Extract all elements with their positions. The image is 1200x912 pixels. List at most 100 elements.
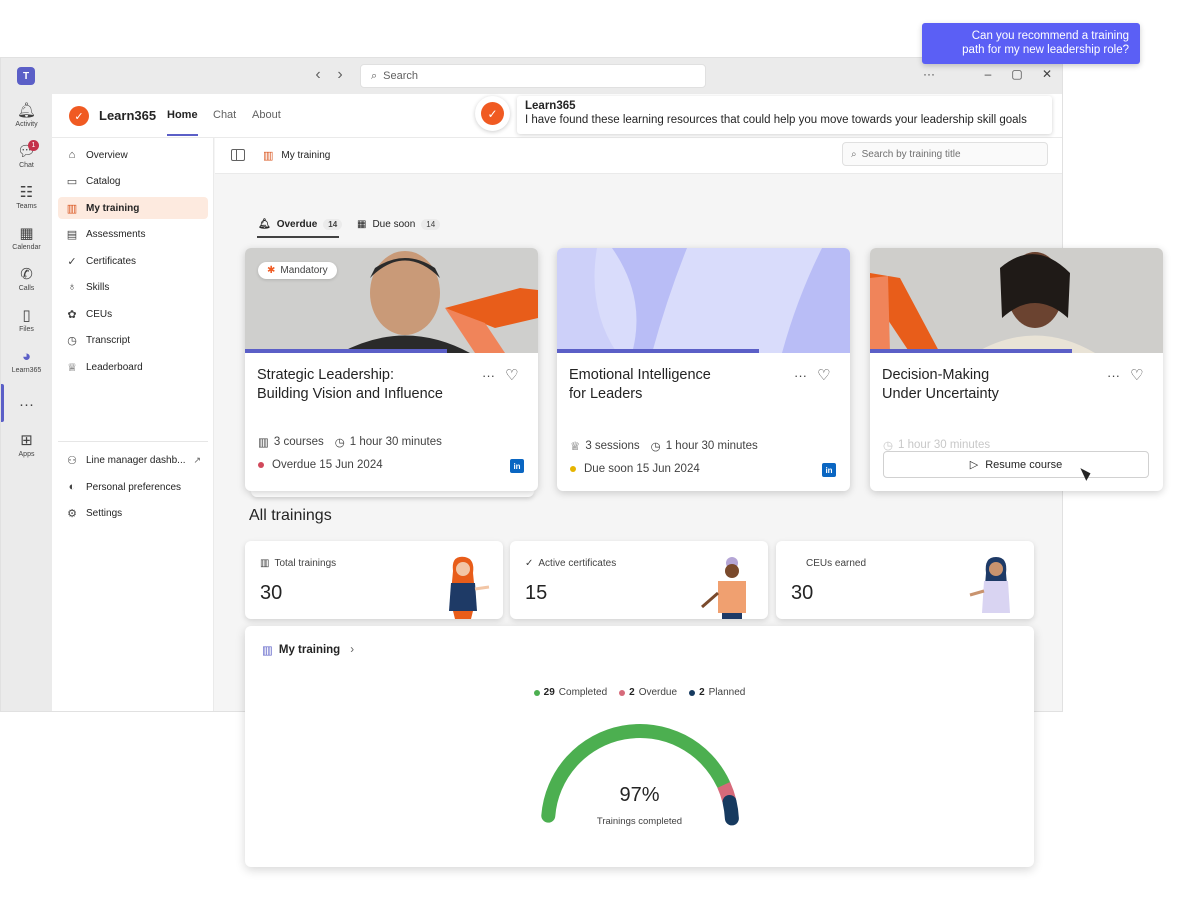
play-icon: ▷ [969,459,979,471]
folder-icon: ▭ [66,175,78,188]
course-progress-bar [245,349,448,353]
clock-icon: ◷ [883,440,894,452]
favorite-heart-icon[interactable]: ♡ [1130,366,1143,384]
course-title-line: Strategic Leadership: [257,367,395,383]
tag-label: Mandatory [280,265,328,276]
sidebar-item-certificates[interactable]: ✓ Certificates [58,250,208,272]
legend-item-overdue: 2 Overdue [619,687,677,698]
legend-count: 2 [629,687,635,698]
global-search-input[interactable]: ⌕ Search [360,64,706,88]
sidebar-toggle-icon[interactable] [231,149,245,161]
sidebar-item-line-manager[interactable]: ⚇ Line manager dashb... ↗ [58,449,208,471]
sidebar-item-ceus[interactable]: ✿ CEUs [58,303,208,325]
search-icon: ⌕ [851,148,857,160]
teams-app-rail: 🔔︎ Activity 💬︎ 1 Chat ☷ Teams ▦ Calendar… [1,94,52,711]
completion-percent: 97% [619,784,660,806]
breadcrumb-label: My training [281,150,331,161]
chat-icon: 💬︎ [16,143,37,160]
prompt-line: Can you recommend a training [971,30,1129,42]
training-search-input[interactable]: ⌕ Search by training title [842,142,1048,166]
rail-item-teams[interactable]: ☷ Teams [1,184,52,210]
sidebar-item-transcript[interactable]: ◷ Transcript [58,329,208,351]
sidebar-item-label: Assessments [86,228,146,240]
resume-course-button[interactable]: ▷ Resume course [883,451,1149,478]
rail-item-calls[interactable]: ✆ Calls [1,266,52,292]
file-icon: ▯ [22,307,31,324]
minimize-button[interactable]: – [980,67,996,81]
tab-overdue[interactable]: 🔔︎ Overdue 14 [258,216,343,232]
course-title: Strategic Leadership: Building Vision and… [257,366,477,404]
sidebar-item-leaderboard[interactable]: ♕ Leaderboard [58,356,208,378]
course-card[interactable]: ✱ Mandatory Strategic Leadership: Building… [245,248,538,491]
training-search-placeholder: Search by training title [861,148,961,160]
sidebar-item-label: Settings [86,507,123,519]
rail-label: Activity [15,121,38,128]
session-count: 3 sessions [585,440,640,452]
sidebar-item-my-training[interactable]: ▥ My training [58,197,208,219]
course-title: Emotional Intelligence for Leaders [569,366,789,404]
summary-header-link[interactable]: ▥ My training › [262,643,354,657]
course-card[interactable]: Decision-Making Under Uncertainty ··· ♡ ◷… [870,248,1163,491]
sidebar-item-skills[interactable]: ♁ Skills [58,276,208,298]
search-icon: ⌕ [371,69,378,82]
more-options-icon[interactable]: ··· [794,368,807,383]
rail-item-apps[interactable]: ⊞ Apps [1,432,52,458]
sidebar-item-personal-preferences[interactable]: ◐ Personal preferences [58,476,208,498]
tab-about[interactable]: About [252,109,281,121]
rail-label: Calls [18,285,35,292]
legend-dot-icon [689,689,696,696]
book-icon: ▥ [262,645,273,657]
course-title-line: Decision-Making [882,367,990,383]
rail-item-calendar[interactable]: ▦ Calendar [1,225,52,251]
rail-item-more[interactable]: ··· [1,396,52,414]
sidebar-item-catalog[interactable]: ▭ Catalog [58,170,208,192]
stat-card-ceus-earned: CEUs earned 30 [776,541,1034,619]
ceu-icon: ✿ [67,308,77,321]
rail-item-learn365[interactable]: ◕ Learn365 [1,348,52,374]
course-count: 3 courses [273,436,324,448]
rail-item-chat[interactable]: 💬︎ 1 Chat [1,140,52,169]
learn365-logo-icon: ✓ [481,102,504,125]
sidebar-item-assessments[interactable]: ▤ Assessments [58,223,208,245]
course-card[interactable]: Emotional Intelligence for Leaders ··· ♡ … [557,248,850,491]
rail-item-activity[interactable]: 🔔︎ Activity [1,102,52,128]
legend-item-completed: 29 Completed [533,687,607,698]
status-text: Due soon 15 Jun 2024 [584,463,700,475]
more-options-icon[interactable]: ··· [1107,368,1120,383]
more-options-icon[interactable]: ··· [921,67,937,81]
learn365-logo-icon: ✓ [69,106,89,126]
back-arrow-icon[interactable]: ‹ [310,66,326,84]
sidebar-item-label: Leaderboard [86,361,143,373]
teams-icon: ☷ [19,184,34,201]
rail-item-files[interactable]: ▯ Files [1,307,52,333]
bell-icon: 🔔︎ [258,218,271,230]
forward-arrow-icon[interactable]: › [332,66,348,84]
close-button[interactable]: ✕ [1039,67,1055,81]
status-text: Overdue 15 Jun 2024 [272,459,383,471]
clock-icon: ◷ [334,437,345,449]
favorite-heart-icon[interactable]: ♡ [817,366,830,384]
content-toolbar: ▥ My training ⌕ Search by training title [215,138,1062,174]
status-dot-icon [258,462,264,468]
course-duration: 1 hour 30 minutes [665,440,758,452]
tab-home[interactable]: Home [167,109,198,136]
stat-label: CEUs earned [806,558,867,569]
sidebar-item-overview[interactable]: ⌂ Overview [58,144,208,166]
summary-title: My training [278,644,341,656]
sidebar-item-settings[interactable]: ⚙ Settings [58,502,208,524]
legend-dot-icon [533,689,540,696]
bot-avatar: ✓ [475,96,510,131]
rail-label: Chat [19,162,34,169]
favorite-heart-icon[interactable]: ♡ [505,366,518,384]
linkedin-icon: in [510,459,524,473]
home-icon: ⌂ [68,149,76,161]
history-icon: ◷ [67,334,77,347]
course-duration: 1 hour 30 minutes [898,439,991,451]
more-options-icon[interactable]: ··· [482,368,495,383]
course-meta-row: ◷ 1 hour 30 minutes [883,438,990,452]
maximize-button[interactable]: ▢ [1009,67,1025,81]
tab-label: Due soon [372,218,416,230]
tab-chat[interactable]: Chat [213,109,236,121]
tab-due-soon[interactable]: ▦ Due soon 14 [357,216,441,232]
section-title: All trainings [249,507,332,524]
